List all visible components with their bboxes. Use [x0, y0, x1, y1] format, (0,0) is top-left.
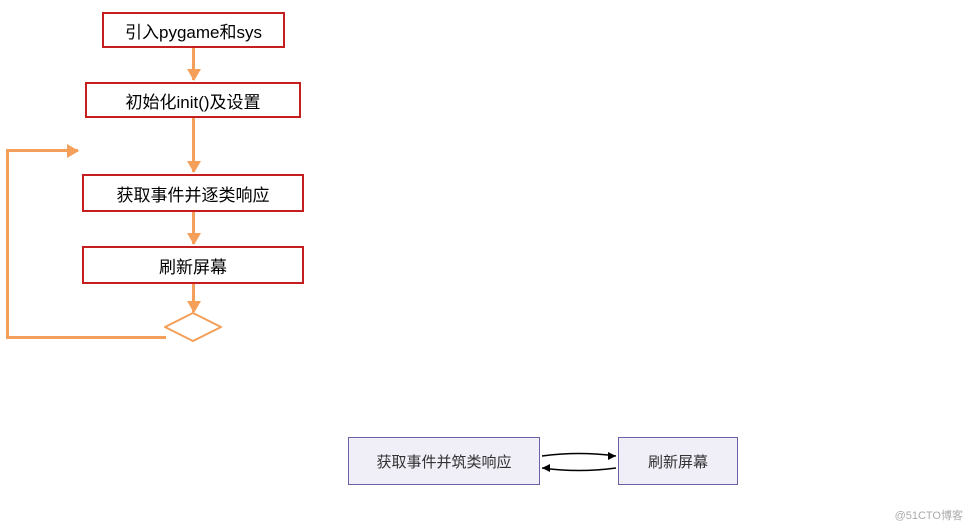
loop-line-top [6, 149, 78, 152]
watermark: @51CTO博客 [895, 507, 963, 523]
loop-line-left [6, 149, 9, 339]
flow-step-label: 初始化init()及设置 [125, 88, 260, 113]
flow-step-label: 刷新屏幕 [159, 253, 227, 278]
arrow-2-3 [192, 118, 195, 172]
bottom-box-label: 刷新屏幕 [648, 451, 708, 472]
arrow-3-4 [192, 212, 195, 244]
bottom-box-refresh: 刷新屏幕 [618, 437, 738, 485]
flow-step-label: 引入pygame和sys [125, 18, 262, 43]
flow-step-refresh: 刷新屏幕 [82, 246, 304, 284]
arrow-1-2 [192, 48, 195, 80]
bottom-box-events: 获取事件并筑类响应 [348, 437, 540, 485]
decision-diamond [164, 312, 222, 342]
loop-line-bottom [6, 336, 166, 339]
bidirectional-arrow [540, 448, 618, 476]
flow-step-label: 获取事件并逐类响应 [117, 181, 270, 206]
bottom-box-label: 获取事件并筑类响应 [376, 451, 511, 472]
flow-step-import: 引入pygame和sys [102, 12, 285, 48]
flow-step-init: 初始化init()及设置 [85, 82, 301, 118]
flow-step-events: 获取事件并逐类响应 [82, 174, 304, 212]
arrow-4-diamond [192, 284, 195, 312]
